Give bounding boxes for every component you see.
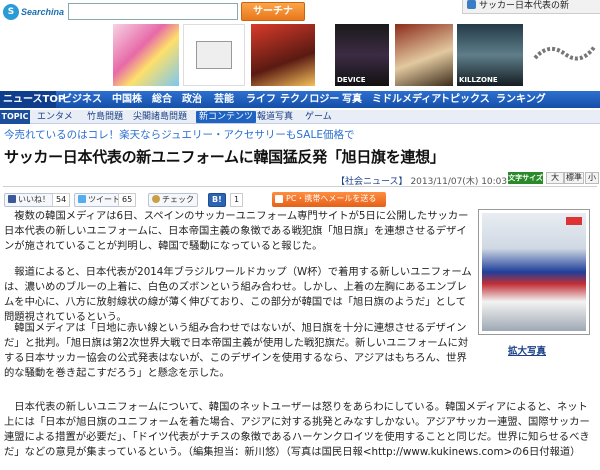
nav-item-politics[interactable]: 政治 — [182, 91, 202, 108]
nav-item-news-top[interactable]: ニュースTOP — [0, 91, 65, 108]
banner-ad-1[interactable] — [113, 24, 179, 86]
nav-item-entertainment[interactable]: 芸能 — [214, 91, 234, 108]
subnav-item-press-photos[interactable]: 報道写真 — [254, 111, 296, 123]
sub-nav: TOPIC エンタメ 竹島問題 尖閣諸島問題 新コンテンツ 報道写真 ゲーム — [0, 110, 600, 124]
main-nav: ニュースTOP ビジネス 中国株 総合 政治 芸能 ライフ テクノロジー 写真 … — [0, 91, 600, 108]
twitter-icon — [78, 195, 86, 203]
mixi-check-button[interactable]: チェック — [148, 193, 198, 207]
page-icon — [467, 0, 476, 9]
nav-item-middle-media[interactable]: ミドルメディア — [372, 91, 441, 108]
top-bar: S Searchina サーチナ サッカー日本代表の新 — [0, 0, 600, 24]
nav-item-ranking[interactable]: ランキング — [496, 91, 546, 108]
subnav-item-senkaku[interactable]: 尖閣諸島問題 — [130, 111, 190, 123]
like-count: 54 — [52, 193, 71, 207]
search-input[interactable] — [68, 3, 238, 20]
article-paragraph-2: 報道によると、日本代表が2014年ブラジルワールドカップ（W杯）で着用する新しい… — [4, 266, 472, 323]
banner-ad-6[interactable]: KILLZONE — [457, 24, 523, 86]
banner-ad-4[interactable]: DEVICE — [335, 24, 389, 86]
topic-label: TOPIC — [0, 110, 30, 124]
hatena-bookmark-button[interactable]: B! — [208, 193, 226, 207]
logo-text: Searchina — [21, 7, 65, 17]
logo-icon: S — [3, 4, 19, 20]
banner-row: DEVICE KILLZONE — [55, 24, 600, 86]
nav-item-general[interactable]: 総合 — [152, 91, 172, 108]
browser-tab-title: サッカー日本代表の新 — [479, 1, 570, 11]
article-title: サッカー日本代表の新ユニフォームに韓国猛反発「旭日旗を連想」 — [4, 148, 445, 166]
subnav-item-new-content[interactable]: 新コンテンツ — [196, 111, 257, 123]
promo-link[interactable]: 今売れているのはコレ！楽天ならジュエリー・アクセサリーもSALE価格で — [4, 127, 354, 142]
photo-image — [482, 213, 586, 331]
nav-item-business[interactable]: ビジネス — [62, 91, 102, 108]
subnav-item-takeshima[interactable]: 竹島問題 — [84, 111, 126, 123]
browser-tab[interactable]: サッカー日本代表の新 — [462, 0, 600, 14]
bracelet-icon — [533, 44, 597, 61]
article-paragraph-3: 韓国メディアは「日地に赤い線という組み合わせではないが、旭日旗を十分に連想させる… — [4, 322, 469, 379]
nav-item-technology[interactable]: テクノロジー — [280, 91, 339, 108]
mail-icon — [275, 195, 283, 203]
search-button[interactable]: サーチナ — [241, 2, 305, 21]
subnav-item-entertainment[interactable]: エンタメ — [34, 111, 76, 123]
check-icon — [152, 195, 160, 203]
hatena-count: 1 — [230, 193, 244, 207]
article-paragraph-4: 日本代表の新しいユニフォームについて、韓国のネットユーザーは怒りをあらわにしてい… — [4, 401, 590, 458]
nav-item-china-stocks[interactable]: 中国株 — [112, 91, 142, 108]
tweet-button[interactable]: ツイート — [74, 193, 124, 207]
subnav-item-games[interactable]: ゲーム — [302, 111, 335, 123]
facebook-like-button[interactable]: いいね！ — [4, 193, 54, 207]
nav-item-topics[interactable]: トピックス — [440, 91, 490, 108]
divider — [3, 186, 597, 187]
text-size-label: 文字サイズ — [508, 172, 543, 184]
banner-ad-2[interactable] — [183, 24, 245, 86]
tweet-count: 65 — [118, 193, 137, 207]
nav-item-life[interactable]: ライフ — [246, 91, 276, 108]
banner-ad-7[interactable] — [529, 24, 599, 86]
article-photo[interactable] — [478, 209, 590, 335]
banner-ad-5[interactable] — [395, 24, 453, 86]
nav-item-photos[interactable]: 写真 — [342, 91, 362, 108]
article-paragraph-1: 複数の韓国メディアは6日、スペインのサッカーユニフォーム専門サイトが5日に公開し… — [4, 210, 469, 252]
send-mail-button[interactable]: PC・携帯へメールを送る — [272, 192, 386, 207]
facebook-icon — [8, 195, 16, 203]
enlarge-photo-link[interactable]: 拡大写真 — [508, 343, 546, 357]
text-size-standard-button[interactable]: 標準 — [564, 172, 584, 184]
text-size-large-button[interactable]: 大 — [546, 172, 564, 184]
site-logo[interactable]: S Searchina — [3, 2, 65, 22]
banner-ad-3[interactable] — [251, 24, 315, 86]
text-size-small-button[interactable]: 小 — [585, 172, 599, 184]
